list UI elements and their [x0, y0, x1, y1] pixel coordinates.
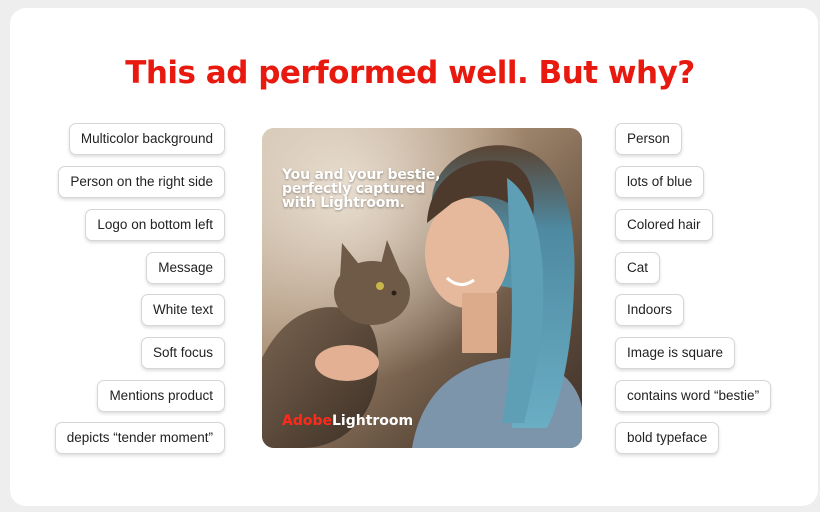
tag-person-right-side: Person on the right side — [58, 166, 225, 198]
tag-contains-bestie: contains word “bestie” — [615, 380, 772, 412]
tag-soft-focus: Soft focus — [140, 337, 225, 369]
tag-tender-moment: depicts “tender moment” — [54, 422, 225, 454]
ad-message-text: You and your bestie, perfectly captured … — [282, 167, 441, 211]
tag-lots-of-blue: lots of blue — [615, 166, 705, 198]
tag-multicolor-background: Multicolor background — [68, 123, 225, 155]
tag-indoors: Indoors — [615, 294, 685, 326]
ad-logo-product: Lightroom — [332, 413, 414, 429]
tag-colored-hair: Colored hair — [615, 209, 713, 241]
ad-logo: AdobeLightroom — [282, 413, 413, 429]
ad-image: You and your bestie, perfectly captured … — [262, 128, 582, 448]
tag-bold-typeface: bold typeface — [615, 422, 720, 454]
tag-person: Person — [615, 123, 682, 155]
tag-image-square: Image is square — [615, 337, 736, 369]
ad-logo-brand: Adobe — [282, 413, 332, 429]
tag-logo-bottom-left: Logo on bottom left — [85, 209, 225, 241]
page-title: This ad performed well. But why? — [125, 55, 695, 91]
tag-cat: Cat — [615, 252, 661, 284]
tag-mentions-product: Mentions product — [97, 380, 225, 412]
tag-white-text: White text — [140, 294, 225, 326]
tag-message: Message — [146, 252, 225, 284]
